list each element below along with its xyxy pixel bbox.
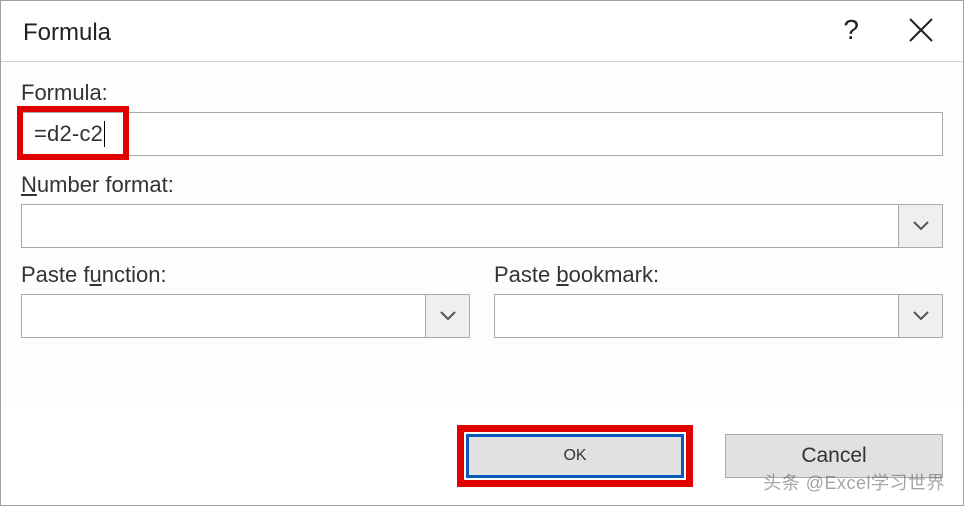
ok-button[interactable]: OK — [466, 434, 684, 478]
formula-dialog: Formula ? Formula: =d2-c2 Number format: — [0, 0, 964, 506]
dialog-title: Formula — [23, 13, 111, 47]
titlebar: Formula ? — [1, 1, 963, 62]
number-format-dropdown-button[interactable] — [898, 205, 942, 247]
chevron-down-icon — [912, 310, 930, 322]
cancel-button[interactable]: Cancel — [725, 434, 943, 478]
formula-label: Formula: — [21, 80, 943, 106]
paste-function-col: Paste function: — [21, 262, 470, 338]
paste-function-dropdown-button[interactable] — [425, 295, 469, 337]
number-format-label: Number format: — [21, 172, 943, 198]
ok-highlight-box: OK — [457, 425, 693, 487]
chevron-down-icon — [439, 310, 457, 322]
paste-function-combo[interactable] — [21, 294, 470, 338]
paste-row: Paste function: Paste bookmark: — [21, 262, 943, 338]
paste-bookmark-col: Paste bookmark: — [494, 262, 943, 338]
number-format-row: Number format: — [21, 172, 943, 248]
help-button[interactable]: ? — [843, 16, 859, 44]
text-caret — [104, 121, 105, 147]
formula-input[interactable]: =d2-c2 — [21, 112, 943, 156]
close-icon — [907, 16, 935, 44]
titlebar-controls: ? — [843, 16, 945, 44]
formula-value-text: =d2-c2 — [34, 121, 103, 147]
number-format-combo[interactable] — [21, 204, 943, 248]
chevron-down-icon — [912, 220, 930, 232]
formula-field-row: Formula: =d2-c2 — [21, 80, 943, 158]
close-button[interactable] — [907, 16, 935, 44]
dialog-body: Formula: =d2-c2 Number format: — [1, 62, 963, 407]
paste-function-value — [22, 295, 425, 337]
button-row: OK Cancel — [1, 407, 963, 505]
paste-bookmark-combo[interactable] — [494, 294, 943, 338]
paste-bookmark-label: Paste bookmark: — [494, 262, 943, 288]
paste-bookmark-dropdown-button[interactable] — [898, 295, 942, 337]
number-format-value — [22, 205, 898, 247]
paste-bookmark-value — [495, 295, 898, 337]
ok-button-label: OK — [563, 447, 586, 465]
formula-input-wrap: =d2-c2 — [21, 112, 943, 158]
paste-function-label: Paste function: — [21, 262, 470, 288]
cancel-button-label: Cancel — [801, 444, 866, 468]
